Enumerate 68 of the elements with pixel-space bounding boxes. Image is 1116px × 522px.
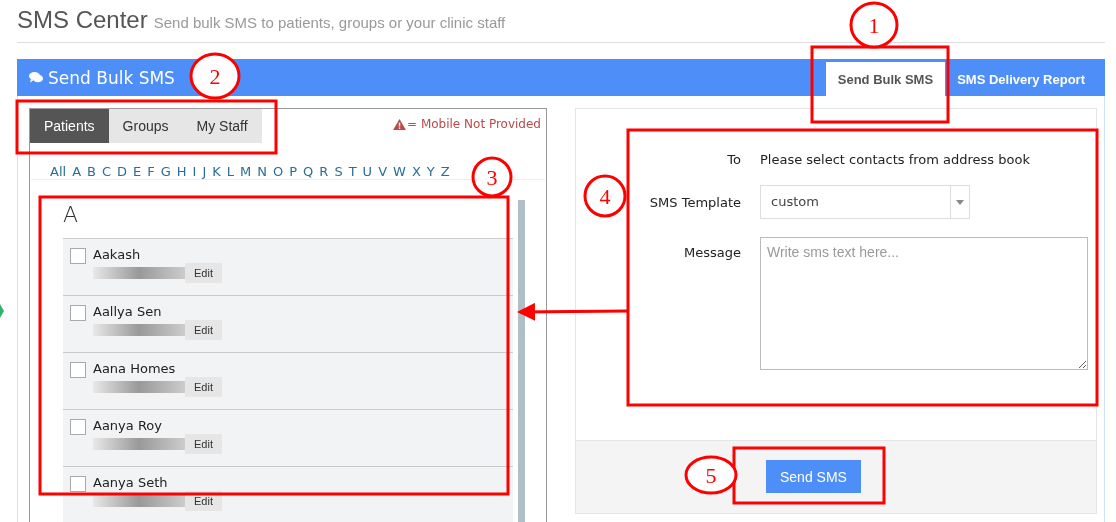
letter-link[interactable]: U [362,164,373,179]
letter-link[interactable]: I [192,164,197,179]
edit-button[interactable]: Edit [185,434,222,454]
page-subtitle: Send bulk SMS to patients, groups or your clinic staff [153,14,506,31]
to-value: Please select contacts from address book [760,152,1030,167]
checkbox[interactable] [70,362,86,378]
template-select[interactable]: custom [760,185,970,219]
letter-link[interactable]: O [273,164,284,179]
letter-link[interactable]: Z [440,164,450,179]
section-letter: A [63,201,80,229]
letter-link[interactable]: D [117,164,128,179]
letter-link[interactable]: K [212,164,221,179]
chevron-icon [0,304,4,318]
callout-badge: 4 [583,174,627,218]
message-label: Message [684,245,741,260]
contact-name: Aallya Sen [93,304,163,319]
letter-link[interactable]: A [72,164,82,179]
letter-link[interactable]: P [289,164,298,179]
letter-link[interactable]: X [411,164,421,179]
letter-link[interactable]: C [101,164,112,179]
legend-text: = Mobile Not Provided [407,117,541,131]
letter-link[interactable]: F [147,164,155,179]
checkbox[interactable] [70,305,86,321]
contacts-tab[interactable]: Patients [30,109,109,143]
edit-button[interactable]: Edit [185,263,222,283]
contact-name: Aanya Seth [93,475,169,490]
chat-icon [29,72,43,83]
letter-link[interactable]: J [202,164,207,179]
callout-badge: 5 [684,455,738,495]
letter-link[interactable]: N [257,164,268,179]
checkbox[interactable] [70,248,86,264]
letter-link[interactable]: L [226,164,235,179]
contacts-tab[interactable]: My Staff [182,109,262,143]
letter-link[interactable]: Q [303,164,314,179]
page-title: SMS Center [17,6,148,34]
contact-name: Aana Homes [93,361,177,376]
to-label: To [727,152,741,167]
letter-link[interactable]: H [176,164,187,179]
nav-tab[interactable]: SMS Delivery Report [945,62,1097,96]
letter-link[interactable]: G [160,164,171,179]
contact-name: Aakash [93,247,142,262]
send-button[interactable]: Send SMS [766,460,861,493]
letter-link[interactable]: E [133,164,142,179]
warning-icon [393,118,406,130]
panel-title: Send Bulk SMS [48,67,175,88]
letter-link[interactable]: R [319,164,329,179]
callout-badge: 1 [849,1,899,49]
checkbox[interactable] [70,476,86,492]
edit-button[interactable]: Edit [185,377,222,397]
letter-link[interactable]: W [393,164,406,179]
contact-name: Aanya Roy [93,418,163,433]
callout-badge: 3 [471,156,513,198]
contacts-tab[interactable]: Groups [108,109,183,143]
letter-link[interactable]: B [87,164,96,179]
letter-link[interactable]: Y [426,164,435,179]
scrollbar[interactable] [518,200,525,522]
template-label: SMS Template [649,194,741,210]
caret-icon [956,199,964,205]
edit-button[interactable]: Edit [185,320,222,340]
letter-link[interactable]: V [378,164,388,179]
letter-link[interactable]: All [50,164,67,179]
letter-link[interactable]: M [240,164,252,179]
checkbox[interactable] [70,419,86,435]
nav-tab[interactable]: Send Bulk SMS [825,62,946,96]
letter-link[interactable]: S [334,164,343,179]
callout-badge: 2 [189,52,241,100]
message-field[interactable]: Write sms text here... [760,237,1088,370]
letter-link[interactable]: T [348,164,357,179]
